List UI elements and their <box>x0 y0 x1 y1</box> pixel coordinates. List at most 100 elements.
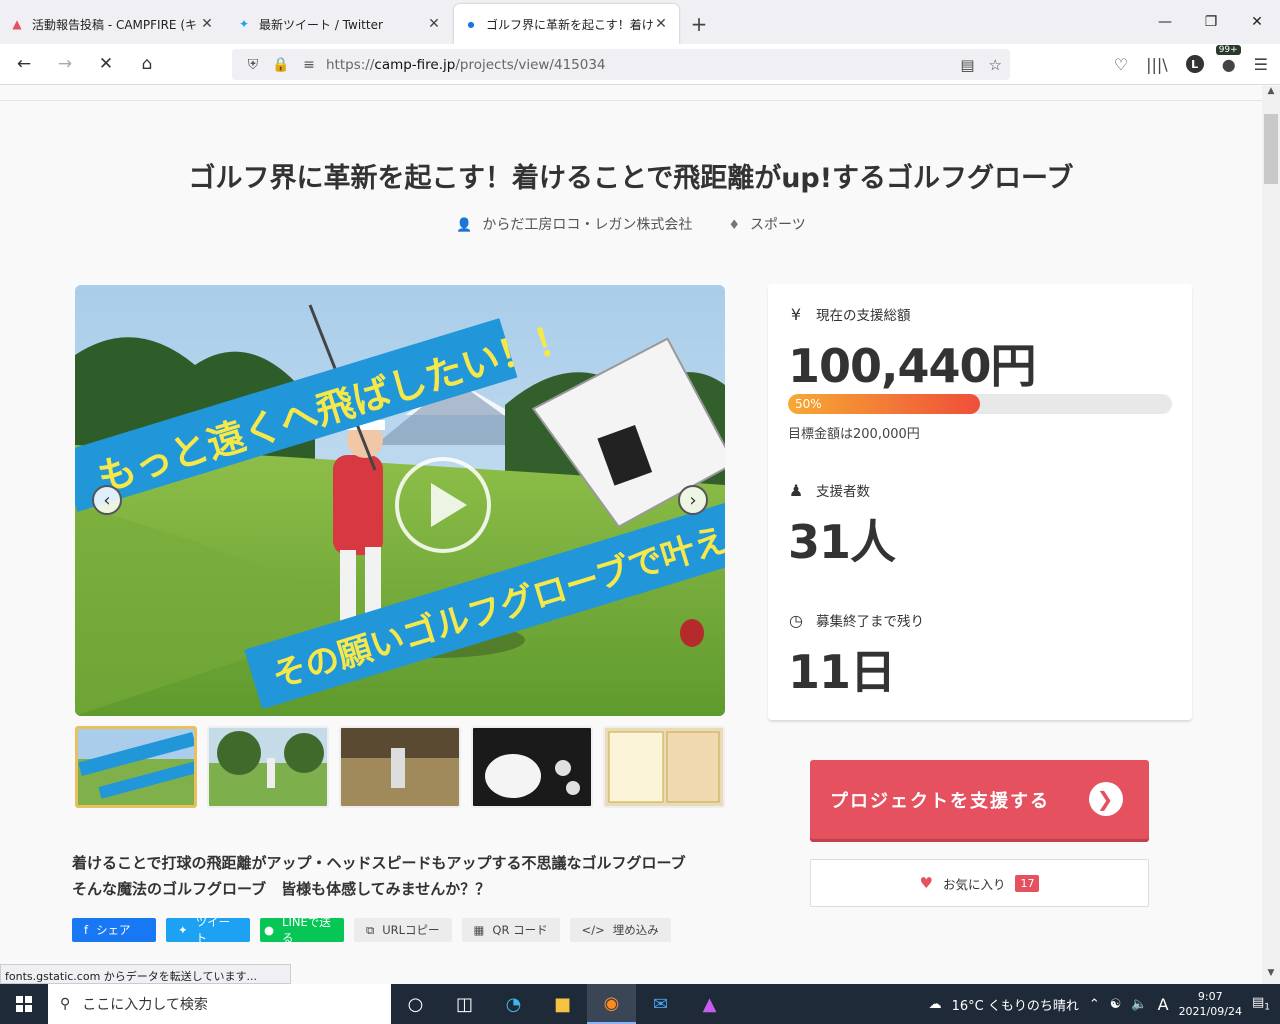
new-tab-button[interactable]: + <box>681 4 717 44</box>
clock-date: 2021/09/24 <box>1178 1005 1242 1018</box>
copy-icon: ⧉ <box>366 922 375 937</box>
category-name: スポーツ <box>750 217 806 233</box>
progress-percent: 50% <box>795 397 822 411</box>
thumbnail-1[interactable] <box>75 726 197 808</box>
remaining-days: 11日 <box>788 645 896 699</box>
carousel-prev-button[interactable]: ‹ <box>92 485 122 515</box>
close-icon[interactable]: ✕ <box>199 16 215 32</box>
tab-title: ゴルフ界に革新を起こす！着けること <box>486 17 653 32</box>
url-prefix: https:// <box>326 56 375 73</box>
scroll-down-arrow[interactable]: ▼ <box>1262 968 1280 984</box>
page-scrollbar[interactable]: ▲ ▼ <box>1262 86 1280 984</box>
system-tray: ☁ 16°C くもりのち晴れ ⌃ ☯ 🔈 A 9:07 2021/09/24 ▤… <box>929 984 1280 1024</box>
play-video-icon[interactable] <box>393 455 493 555</box>
campfire-dot-icon: ● <box>467 19 475 29</box>
owner-link[interactable]: 👤 からだ工房ロコ・レガン株式会社 <box>456 214 692 234</box>
url-path: /projects/view/415034 <box>455 56 606 73</box>
line-icon: ● <box>264 923 275 937</box>
task-view-icon[interactable]: ◫ <box>440 984 489 1024</box>
status-text: fonts.gstatic.com からデータを転送しています... <box>0 964 291 984</box>
url-copy-label: URLコピー <box>382 923 440 937</box>
weather-text[interactable]: 16°C くもりのち晴れ <box>952 995 1079 1014</box>
paint-icon[interactable]: ▲ <box>685 984 734 1024</box>
url-copy-button[interactable]: ⧉ URLコピー <box>354 918 452 942</box>
hero-image[interactable]: もっと遠くへ飛ばしたい！！ その願いゴルフグローブで叶えました★ ‹ › <box>75 285 725 716</box>
favorite-count-badge: 17 <box>1015 874 1040 892</box>
backers-count: 31人 <box>788 515 896 569</box>
yen-icon: ¥ <box>790 304 802 324</box>
scrollbar-thumb[interactable] <box>1264 114 1278 184</box>
category-link[interactable]: ♦ スポーツ <box>728 214 805 234</box>
favorite-button[interactable]: ♥ お気に入り 17 <box>810 859 1149 907</box>
notification-count: 1 <box>1264 1002 1270 1013</box>
twitter-icon: ✦ <box>178 923 188 937</box>
notification-icon[interactable]: ▤1 <box>1252 995 1270 1013</box>
owner-name: からだ工房ロコ・レガン株式会社 <box>482 217 693 233</box>
chevron-up-icon[interactable]: ⌃ <box>1089 997 1100 1012</box>
taskbar-search[interactable]: ⚲ ここに入力して検索 <box>48 984 391 1024</box>
search-icon: ⚲ <box>60 996 71 1012</box>
facebook-share-button[interactable]: f シェア <box>72 918 156 942</box>
project-description: 着けることで打球の飛距離がアップ・ヘッドスピードもアップする不思議なゴルフグロー… <box>72 850 742 902</box>
minimize-button[interactable]: — <box>1142 0 1188 44</box>
funding-stats-card: ¥ 現在の支援総額 100,440円 50% 目標金額は200,000円 ♟ 支… <box>768 284 1192 720</box>
thumbnail-5[interactable] <box>603 726 725 808</box>
volume-icon[interactable]: 🔈 <box>1131 997 1147 1012</box>
tab-golf-project[interactable]: ● ゴルフ界に革新を起こす！着けること ✕ <box>454 4 679 44</box>
close-icon[interactable]: ✕ <box>653 16 669 32</box>
firefox-icon[interactable]: ◉ <box>587 984 636 1024</box>
forward-button[interactable]: → <box>47 48 83 80</box>
bookmark-star-icon[interactable]: ☆ <box>989 56 1002 74</box>
toolbar-right: ♡ |||\ L ● 99+ ☰ <box>1114 44 1268 80</box>
page-content: ゴルフ界に革新を起こす！着けることで飛距離がup!するゴルフグローブ 👤 からだ工… <box>0 86 1262 984</box>
back-button[interactable]: ← <box>6 48 42 80</box>
lock-icon[interactable]: 🔒 <box>270 57 292 73</box>
funding-progress-bar: 50% <box>788 394 1172 414</box>
library-icon[interactable]: |||\ <box>1146 55 1168 74</box>
restore-button[interactable]: ❐ <box>1188 0 1234 44</box>
file-explorer-icon[interactable]: ■ <box>538 984 587 1024</box>
close-icon[interactable]: ✕ <box>426 16 442 32</box>
edge-icon[interactable]: ◔ <box>489 984 538 1024</box>
profile-avatar[interactable]: L <box>1185 55 1204 73</box>
line-share-button[interactable]: ● LINEで送る <box>260 915 344 945</box>
pocket-icon[interactable]: ♡ <box>1114 55 1128 74</box>
clock[interactable]: 9:07 2021/09/24 <box>1179 989 1242 1019</box>
embed-button[interactable]: </> 埋め込み <box>569 918 671 942</box>
share-buttons: f シェア ✦ ツイート ● LINEで送る ⧉ URLコピー ▦ QR コード </> 埋… <box>72 915 671 945</box>
clock-time: 9:07 <box>1197 990 1223 1003</box>
extension-icon[interactable]: ● 99+ <box>1215 44 1241 74</box>
weather-icon[interactable]: ☁ <box>929 997 942 1012</box>
carousel-next-button[interactable]: › <box>678 485 708 515</box>
qr-icon: ▦ <box>473 923 485 937</box>
windows-start-button[interactable] <box>0 984 48 1024</box>
twitter-share-button[interactable]: ✦ ツイート <box>166 915 250 945</box>
tab-campfire-report[interactable]: ▲ 活動報告投稿 - CAMPFIRE (キャ ✕ <box>0 4 225 44</box>
url-bar[interactable]: ⛨ 🔒 ≡ https://camp-fire.jp/projects/view… <box>232 49 1010 80</box>
browser-navbar: ← → ✕ ⌂ ⛨ 🔒 ≡ https://camp-fire.jp/proje… <box>0 44 1280 85</box>
qr-code-button[interactable]: ▦ QR コード <box>461 918 560 942</box>
stop-loading-button[interactable]: ✕ <box>88 48 124 80</box>
cortana-icon[interactable]: ○ <box>391 984 440 1024</box>
ime-indicator[interactable]: A <box>1158 995 1169 1014</box>
person-icon: ♟ <box>788 480 804 500</box>
tab-twitter[interactable]: ✦ 最新ツイート / Twitter ✕ <box>227 4 452 44</box>
facebook-icon: f <box>84 923 89 937</box>
twitter-share-label: ツイート <box>195 915 231 945</box>
close-window-button[interactable]: ✕ <box>1234 0 1280 44</box>
qr-code-label: QR コード <box>492 923 548 937</box>
line-share-label: LINEで送る <box>282 915 331 945</box>
reader-view-icon[interactable]: ▤ <box>960 56 974 74</box>
permissions-icon[interactable]: ≡ <box>298 57 320 73</box>
support-project-button[interactable]: プロジェクトを支援する ❯ <box>810 760 1149 839</box>
shield-icon[interactable]: ⛨ <box>242 57 264 73</box>
menu-icon[interactable]: ☰ <box>1254 55 1268 74</box>
thumbnail-4[interactable] <box>471 726 593 808</box>
mail-icon[interactable]: ✉ <box>636 984 685 1024</box>
home-button[interactable]: ⌂ <box>129 48 165 80</box>
thumbnail-2[interactable] <box>207 726 329 808</box>
thumbnail-3[interactable] <box>339 726 461 808</box>
backers-label: 支援者数 <box>816 484 870 500</box>
scroll-up-arrow[interactable]: ▲ <box>1262 86 1280 102</box>
network-icon[interactable]: ☯ <box>1110 997 1122 1012</box>
